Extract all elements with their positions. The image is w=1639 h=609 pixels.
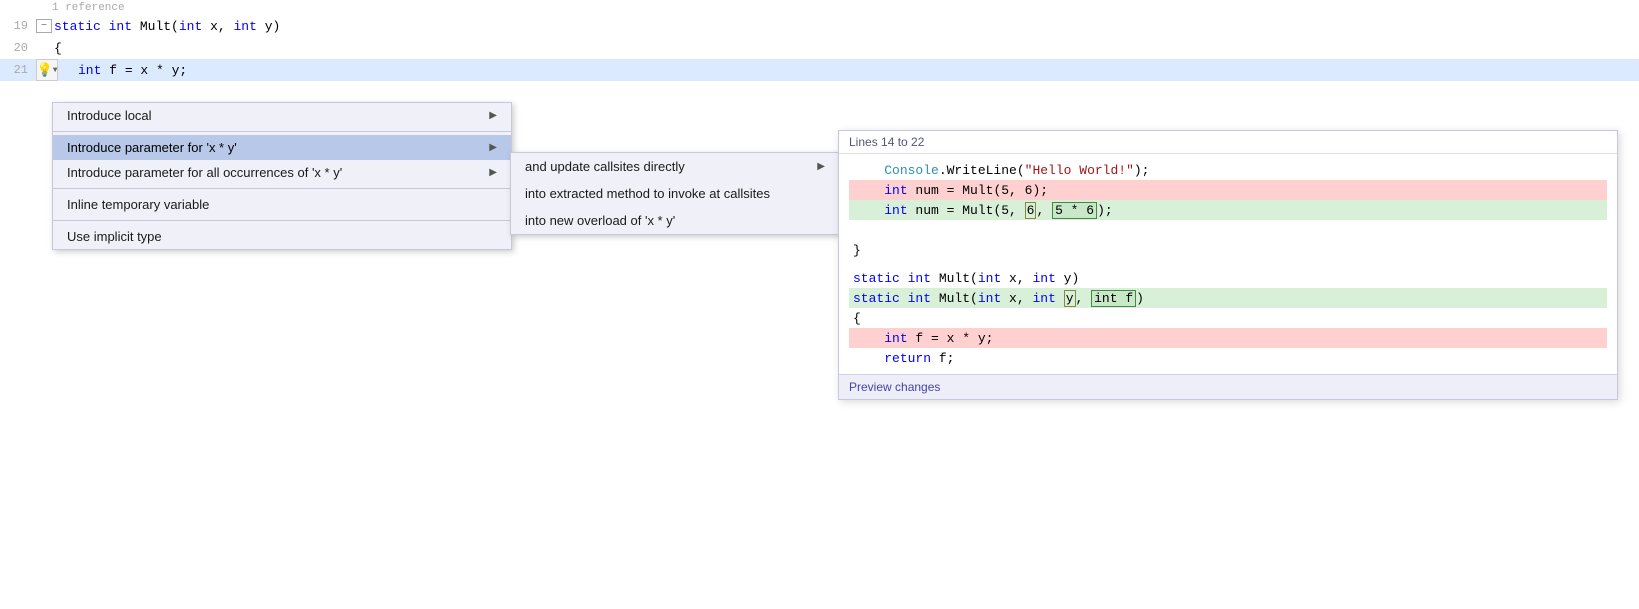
dropdown-arrow-icon: ▼ — [53, 66, 58, 75]
collapse-button-19[interactable]: − — [36, 19, 52, 33]
menu-item-introduce-local-label: Introduce local — [67, 108, 489, 123]
code-line-19: 19 − static int Mult(int x, int y) — [0, 15, 1639, 37]
code-editor: 1 reference 19 − static int Mult(int x, … — [0, 0, 1639, 81]
line-number-19: 19 — [0, 19, 36, 33]
code-line-20: 20 { — [0, 37, 1639, 59]
preview-panel: Lines 14 to 22 Console.WriteLine("Hello … — [838, 130, 1618, 400]
submenu-arrow-introduce-local: ▶ — [489, 110, 497, 121]
line-number-20: 20 — [0, 41, 36, 55]
code-content-21: int f = x * y; — [78, 63, 1639, 78]
menu-item-use-implicit[interactable]: Use implicit type — [53, 224, 511, 249]
submenu-arrow-introduce-param-all: ▶ — [489, 167, 497, 178]
context-menu-level1: Introduce local ▶ Introduce parameter fo… — [52, 102, 512, 250]
menu-item-inline-temp[interactable]: Inline temporary variable — [53, 192, 511, 217]
menu-item-introduce-param-all[interactable]: Introduce parameter for all occurrences … — [53, 160, 511, 185]
menu-divider-1 — [53, 131, 511, 132]
editor-area: 1 reference 19 − static int Mult(int x, … — [0, 0, 1639, 609]
preview-title: Lines 14 to 22 — [839, 131, 1617, 154]
menu-item-use-implicit-label: Use implicit type — [67, 229, 497, 244]
preview-code: Console.WriteLine("Hello World!"); int n… — [839, 154, 1617, 374]
preview-line-brace: } — [849, 240, 1607, 260]
preview-footer[interactable]: Preview changes — [839, 374, 1617, 399]
lightbulb-icon: 💡 — [37, 63, 53, 78]
preview-line-int-num-green: int num = Mult(5, 6, 5 * 6); — [849, 200, 1607, 220]
menu-divider-3 — [53, 220, 511, 221]
preview-line-int-f-red: int f = x * y; — [849, 328, 1607, 348]
menu-item-introduce-param-all-label: Introduce parameter for all occurrences … — [67, 165, 489, 180]
menu-item-update-callsites-label: and update callsites directly — [525, 159, 817, 174]
menu-item-inline-temp-label: Inline temporary variable — [67, 197, 497, 212]
preview-line-empty1 — [849, 220, 1607, 240]
menu-item-introduce-local[interactable]: Introduce local ▶ — [53, 103, 511, 128]
submenu-arrow-update-callsites: ▶ — [817, 161, 825, 172]
menu-item-extracted-method-label: into extracted method to invoke at calls… — [525, 186, 825, 201]
lightbulb-button[interactable]: 💡 ▼ — [36, 59, 58, 81]
menu-item-extracted-method[interactable]: into extracted method to invoke at calls… — [511, 180, 839, 207]
code-content-19: static int Mult(int x, int y) — [54, 19, 1639, 34]
reference-text: 1 reference — [0, 0, 1639, 15]
line-number-21: 21 — [0, 63, 36, 77]
menu-divider-2 — [53, 188, 511, 189]
code-content-20: { — [54, 41, 1639, 56]
context-menu-level2: and update callsites directly ▶ into ext… — [510, 152, 840, 235]
code-line-21: 21 💡 ▼ int f = x * y; — [0, 59, 1639, 81]
menu-item-introduce-param-xy-label: Introduce parameter for 'x * y' — [67, 140, 489, 155]
preview-line-static-mult-normal: static int Mult(int x, int y) — [849, 268, 1607, 288]
preview-line-static-mult-green: static int Mult(int x, int y, int f) — [849, 288, 1607, 308]
preview-spacer — [849, 260, 1607, 268]
preview-line-console: Console.WriteLine("Hello World!"); — [849, 160, 1607, 180]
preview-line-int-num-red: int num = Mult(5, 6); — [849, 180, 1607, 200]
menu-item-update-callsites[interactable]: and update callsites directly ▶ — [511, 153, 839, 180]
preview-line-return-f: return f; — [849, 348, 1607, 368]
menu-item-new-overload[interactable]: into new overload of 'x * y' — [511, 207, 839, 234]
preview-line-open-brace: { — [849, 308, 1607, 328]
menu-item-new-overload-label: into new overload of 'x * y' — [525, 213, 825, 228]
menu-item-introduce-param-xy[interactable]: Introduce parameter for 'x * y' ▶ — [53, 135, 511, 160]
submenu-arrow-introduce-param-xy: ▶ — [489, 142, 497, 153]
